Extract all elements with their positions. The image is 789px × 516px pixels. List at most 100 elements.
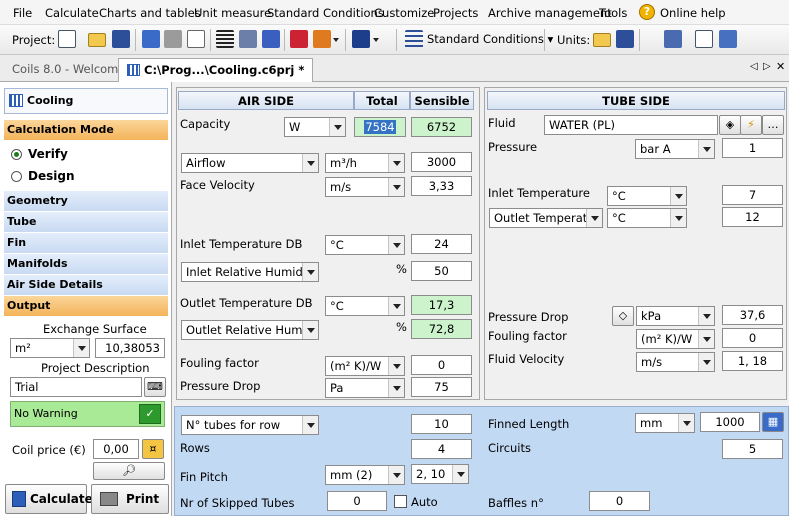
air-fouling-unit-select[interactable]: (m² K)/W bbox=[325, 356, 405, 376]
std-conditions-dropdown[interactable]: Standard Conditions ▾ bbox=[427, 32, 553, 46]
units-label: Units: bbox=[557, 33, 591, 47]
save-icon[interactable] bbox=[112, 30, 130, 48]
printer-icon[interactable] bbox=[164, 30, 182, 48]
pressure-value[interactable]: 1 bbox=[722, 138, 783, 158]
outlet-temperature-unit-select[interactable]: °C bbox=[325, 296, 405, 316]
fin-pitch-unit-select[interactable]: mm (2) bbox=[325, 465, 405, 485]
calculation-mode-section[interactable]: Calculation Mode bbox=[4, 120, 168, 141]
airflow-type-select[interactable]: Airflow bbox=[181, 153, 319, 173]
note-icon[interactable] bbox=[695, 30, 713, 48]
currency-icon[interactable] bbox=[664, 30, 682, 48]
auto-checkbox[interactable] bbox=[394, 495, 407, 508]
chart-dropdown-icon[interactable] bbox=[333, 38, 339, 42]
menu-projects[interactable]: Projects bbox=[433, 6, 478, 20]
circuits-value[interactable]: 5 bbox=[722, 439, 783, 459]
outlet-humidity-type-select[interactable]: Outlet Relative Humidity bbox=[181, 320, 319, 340]
inlet-temperature-unit-select[interactable]: °C bbox=[325, 235, 405, 255]
nav-fin[interactable]: Fin bbox=[4, 233, 168, 254]
fin-pitch-value-select[interactable]: 2, 10 bbox=[411, 464, 469, 484]
menu-customize[interactable]: Customize bbox=[374, 6, 434, 20]
more-options-icon[interactable]: … bbox=[762, 115, 784, 135]
output-section[interactable]: Output bbox=[4, 296, 168, 317]
airflow-unit-select[interactable]: m³/h bbox=[325, 153, 405, 173]
design-radio[interactable] bbox=[11, 171, 22, 182]
airflow-value[interactable]: 3000 bbox=[411, 152, 472, 172]
fluid-select-icon[interactable]: ◈ bbox=[719, 115, 741, 135]
rows-value[interactable]: 4 bbox=[411, 439, 472, 459]
checkmark-icon[interactable]: ✓ bbox=[139, 404, 161, 424]
nav-geometry[interactable]: Geometry bbox=[4, 191, 168, 212]
list-icon[interactable] bbox=[216, 30, 234, 48]
coins-icon[interactable]: ¤ bbox=[142, 439, 164, 459]
export-icon[interactable] bbox=[290, 30, 308, 48]
finned-length-value[interactable]: 1000 bbox=[700, 412, 760, 432]
tube-outlet-temperature-value[interactable]: 12 bbox=[722, 207, 783, 227]
menu-file[interactable]: File bbox=[13, 6, 32, 20]
pressure-unit-select[interactable]: bar A bbox=[635, 139, 715, 159]
tools-icon[interactable] bbox=[239, 30, 257, 48]
menu-calculate[interactable]: Calculate bbox=[45, 6, 99, 20]
help-icon[interactable]: ? bbox=[639, 4, 655, 20]
capacity-unit-select[interactable]: W bbox=[284, 117, 346, 137]
nav-tube[interactable]: Tube bbox=[4, 212, 168, 233]
surface-unit-select[interactable]: m² bbox=[10, 338, 90, 358]
diamond-icon[interactable]: ◇ bbox=[612, 306, 634, 326]
print-button[interactable]: Print bbox=[91, 484, 169, 514]
project-description-input[interactable]: Trial bbox=[10, 377, 142, 397]
outlet-temperature-label: Outlet Temperature DB bbox=[180, 296, 313, 310]
inlet-humidity-type-select[interactable]: Inlet Relative Humidity bbox=[181, 262, 319, 282]
tab-cooling-project[interactable]: C:\Prog...\Cooling.c6prj * bbox=[118, 58, 314, 82]
lightning-icon[interactable]: ⚡ bbox=[740, 115, 762, 135]
menu-unit-measure[interactable]: Unit measure bbox=[194, 6, 271, 20]
user-icon[interactable] bbox=[719, 30, 737, 48]
coil-price-label: Coil price (€) bbox=[12, 443, 86, 457]
close-icon[interactable]: ✕ bbox=[776, 60, 785, 73]
tube-outlet-type-select[interactable]: Outlet Temperature bbox=[489, 208, 603, 228]
toolbar: Project: Standard Conditions ▾ Units: bbox=[0, 25, 789, 55]
menu-archive-management[interactable]: Archive management bbox=[488, 6, 612, 20]
air-pressure-drop-unit-select[interactable]: Pa bbox=[325, 378, 405, 398]
wave-icon[interactable] bbox=[262, 30, 280, 48]
verify-radio[interactable] bbox=[11, 149, 22, 160]
menu-online-help[interactable]: Online help bbox=[660, 6, 726, 20]
coil-price-value[interactable]: 0,00 bbox=[93, 439, 139, 459]
calculate-button[interactable]: Calculate bbox=[5, 484, 93, 514]
baffles-value[interactable]: 0 bbox=[589, 491, 650, 511]
tube-fouling-unit-select[interactable]: (m² K)/W bbox=[636, 329, 715, 349]
air-fouling-value[interactable]: 0 bbox=[411, 355, 472, 375]
inlet-humidity-value[interactable]: 50 bbox=[411, 261, 472, 281]
inlet-temperature-value[interactable]: 24 bbox=[411, 234, 472, 254]
description-edit-icon[interactable]: ⌨ bbox=[144, 377, 166, 397]
tube-fouling-value[interactable]: 0 bbox=[722, 328, 783, 348]
tab-next-icon[interactable]: ▷ bbox=[763, 61, 771, 72]
calculator-icon[interactable]: ▦ bbox=[762, 412, 784, 432]
bar-chart-icon[interactable] bbox=[313, 30, 331, 48]
tube-inlet-temperature-unit-select[interactable]: °C bbox=[607, 186, 687, 206]
tubes-per-row-type-select[interactable]: N° tubes for row bbox=[181, 415, 319, 435]
tube-pressure-drop-unit-select[interactable]: kPa bbox=[636, 306, 715, 326]
tab-prev-icon[interactable]: ◁ bbox=[750, 61, 758, 72]
calculator-icon[interactable] bbox=[142, 30, 160, 48]
tube-inlet-temperature-value[interactable]: 7 bbox=[722, 185, 783, 205]
magnifier-icon[interactable]: 🔎︎ bbox=[93, 462, 165, 480]
edit-icon[interactable] bbox=[352, 30, 370, 48]
open-folder-icon[interactable] bbox=[88, 33, 106, 47]
fluid-velocity-unit-select[interactable]: m/s bbox=[636, 352, 715, 372]
nav-manifolds[interactable]: Manifolds bbox=[4, 254, 168, 275]
nav-air-side-details[interactable]: Air Side Details bbox=[4, 275, 168, 296]
calculator-icon bbox=[12, 491, 26, 507]
menu-standard-conditions[interactable]: Standard Conditions bbox=[267, 6, 384, 20]
edit-dropdown-icon[interactable] bbox=[373, 38, 379, 42]
face-velocity-unit-select[interactable]: m/s bbox=[325, 177, 405, 197]
tubes-per-row-value[interactable]: 10 bbox=[411, 414, 472, 434]
new-document-icon[interactable] bbox=[58, 30, 76, 48]
menu-charts-and-tables[interactable]: Charts and tables bbox=[99, 6, 201, 20]
report-icon[interactable] bbox=[187, 30, 205, 48]
units-open-icon[interactable] bbox=[593, 33, 611, 47]
skipped-tubes-value[interactable]: 0 bbox=[327, 491, 387, 511]
menu-tools[interactable]: Tools bbox=[599, 6, 627, 20]
menu-bar: File Calculate Charts and tables Unit me… bbox=[0, 0, 789, 25]
tube-outlet-temperature-unit-select[interactable]: °C bbox=[607, 208, 687, 228]
finned-length-unit-select[interactable]: mm bbox=[635, 413, 695, 433]
units-save-icon[interactable] bbox=[616, 30, 634, 48]
